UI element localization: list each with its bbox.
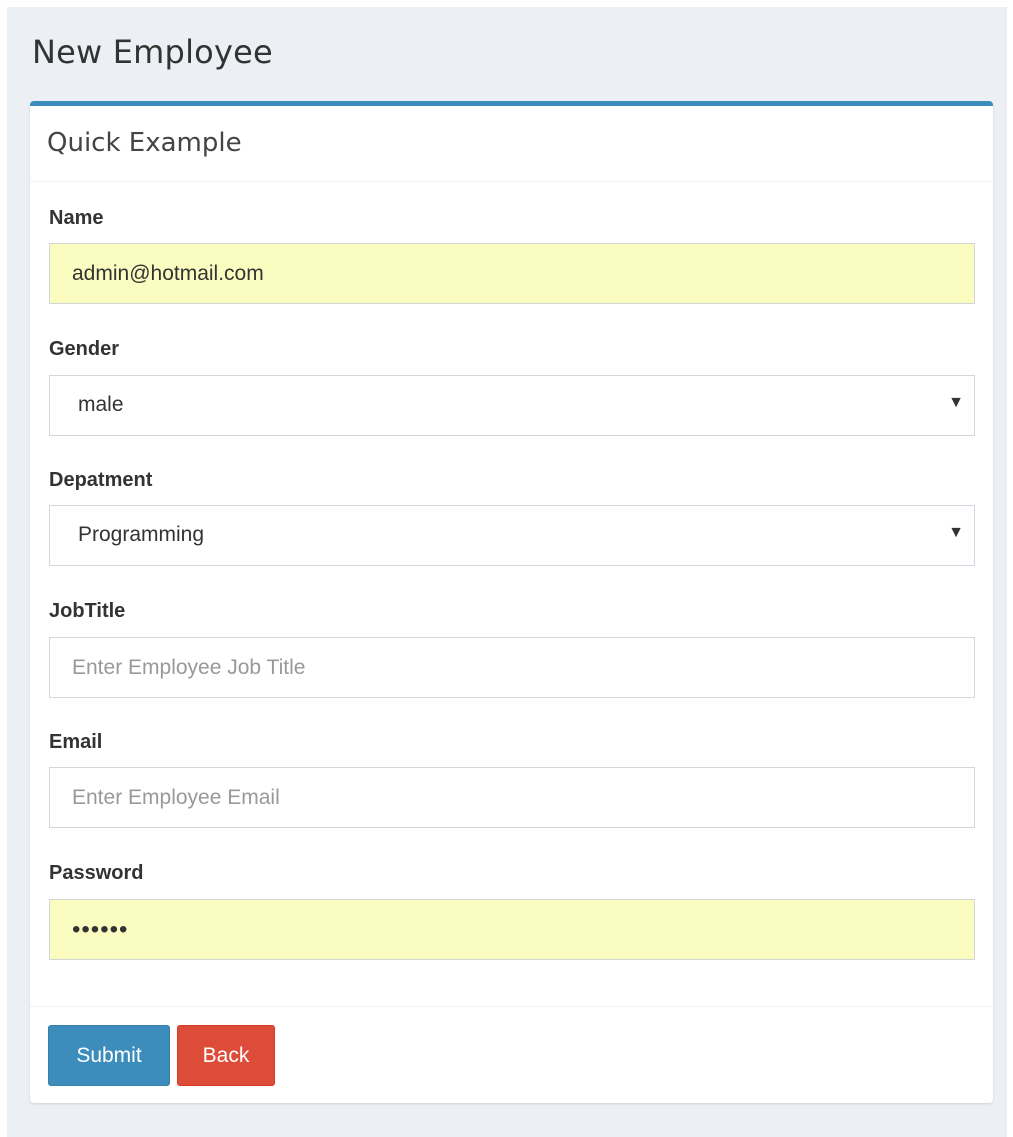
- job-title-input[interactable]: [49, 637, 975, 698]
- department-select[interactable]: Programming ▼: [49, 505, 975, 566]
- password-input[interactable]: [49, 899, 975, 960]
- box-header: Quick Example: [30, 106, 993, 182]
- chevron-down-icon: ▼: [948, 524, 964, 541]
- email-input[interactable]: [49, 767, 975, 828]
- gender-select[interactable]: male ▼: [49, 375, 975, 436]
- password-label: Password: [49, 862, 144, 884]
- chevron-down-icon: ▼: [948, 394, 964, 411]
- name-input[interactable]: [49, 243, 975, 304]
- submit-button[interactable]: Submit: [48, 1025, 170, 1086]
- gender-label: Gender: [49, 338, 120, 360]
- department-label: Depatment: [49, 469, 153, 491]
- form-box: Quick Example Name Gender male ▼ Depatme…: [30, 101, 993, 1103]
- box-footer: Submit Back: [30, 1006, 993, 1103]
- department-selected-value: Programming: [78, 523, 205, 546]
- page-title: New Employee: [32, 33, 273, 71]
- name-label: Name: [49, 207, 104, 229]
- job-title-label: JobTitle: [49, 600, 126, 622]
- box-title: Quick Example: [47, 128, 242, 158]
- content-wrapper: New Employee Quick Example Name Gender m…: [7, 7, 1007, 1137]
- email-label: Email: [49, 731, 103, 753]
- back-button[interactable]: Back: [177, 1025, 275, 1086]
- gender-selected-value: male: [78, 393, 124, 416]
